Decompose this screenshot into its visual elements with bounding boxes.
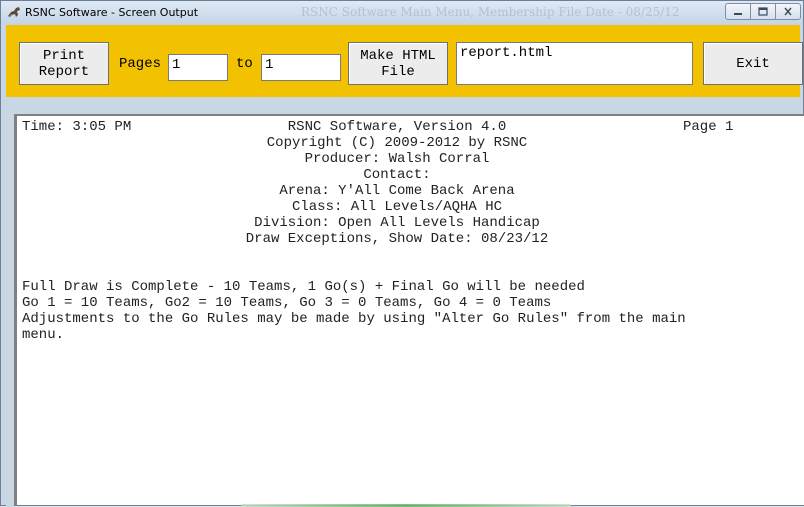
make-html-file-button[interactable]: Make HTML File [348,42,448,85]
report-time: Time: 3:05 PM [22,119,132,135]
report-header-line: Class: All Levels/AQHA HC [291,199,503,215]
report-output-area[interactable]: Time: 3:05 PM Page 1 RSNC Software, Vers… [14,114,804,505]
report-header-line: Division: Open All Levels Handicap [254,215,540,231]
window-title: RSNC Software - Screen Output [25,6,199,19]
report-body-line: Go 1 = 10 Teams, Go2 = 10 Teams, Go 3 = … [22,295,552,311]
report-header-line: Arena: Y'All Come Back Arena [279,183,515,199]
report-header-line: Copyright (C) 2009-2012 by RSNC [266,135,528,151]
maximize-button[interactable] [750,3,776,20]
print-report-button[interactable]: Print Report [19,42,109,85]
title-bar[interactable]: RSNC Software - Screen Output RSNC Softw… [1,1,803,25]
minimize-button[interactable] [725,3,751,20]
report-header-line: Draw Exceptions, Show Date: 08/23/12 [245,231,549,247]
report-header-line: Contact: [363,167,431,183]
exit-label: Exit [736,55,770,72]
maximize-icon [758,7,768,16]
toolbar: Print Report Pages 1 to 1 Make HTML File… [6,25,803,97]
html-filename-input[interactable]: report.html [456,42,693,85]
close-icon [784,7,792,16]
report-header-line: Producer: Walsh Corral [304,151,490,167]
print-report-label: Print Report [38,47,90,80]
to-label: to [236,56,253,72]
make-html-file-label: Make HTML File [360,47,436,80]
minimize-icon [734,12,742,15]
report-body-line: Full Draw is Complete - 10 Teams, 1 Go(s… [22,279,585,295]
exit-button[interactable]: Exit [703,42,803,85]
report-page-number: Page 1 [683,119,734,135]
pages-label: Pages [119,56,162,72]
report-body-line: Adjustments to the Go Rules may be made … [22,311,686,327]
background-window-title: RSNC Software Main Menu, Membership File… [301,5,680,19]
close-button[interactable] [775,3,801,20]
app-window: RSNC Software - Screen Output RSNC Softw… [0,0,804,507]
pages-from-input[interactable]: 1 [168,54,228,81]
report-header-line: RSNC Software, Version 4.0 [287,119,507,135]
pages-to-input[interactable]: 1 [261,54,341,81]
app-horse-icon [8,7,20,18]
report-body-line: menu. [22,327,65,343]
left-border [6,97,14,507]
